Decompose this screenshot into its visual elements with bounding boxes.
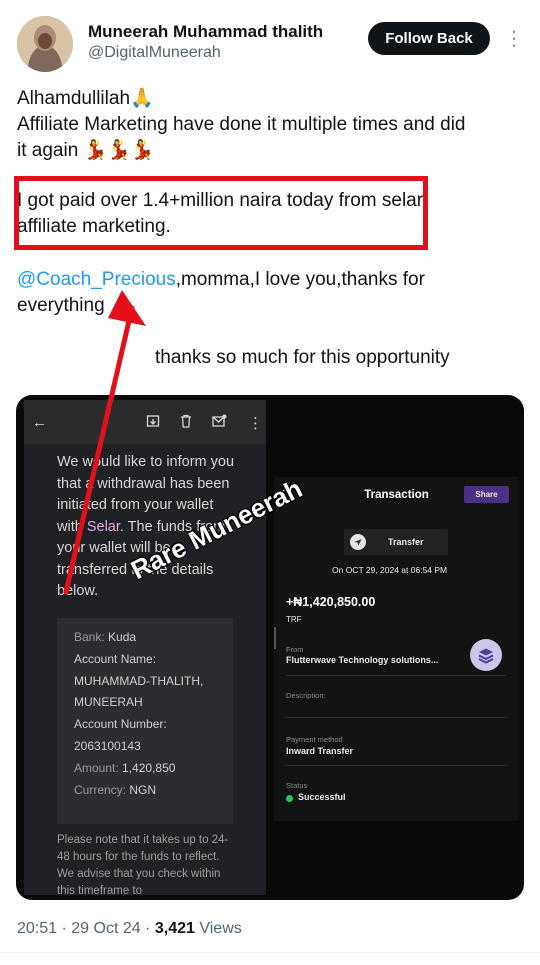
views-count: 3,421 bbox=[154, 920, 195, 937]
views-label: Views bbox=[194, 920, 242, 937]
timestamp: 20:51 · 29 Oct 24 · bbox=[17, 920, 155, 937]
footer-divider bbox=[0, 952, 540, 953]
tweet-metadata: 20:51 · 29 Oct 24 · 3,421 Views bbox=[17, 920, 242, 938]
red-arrow-annotation bbox=[63, 290, 146, 595]
